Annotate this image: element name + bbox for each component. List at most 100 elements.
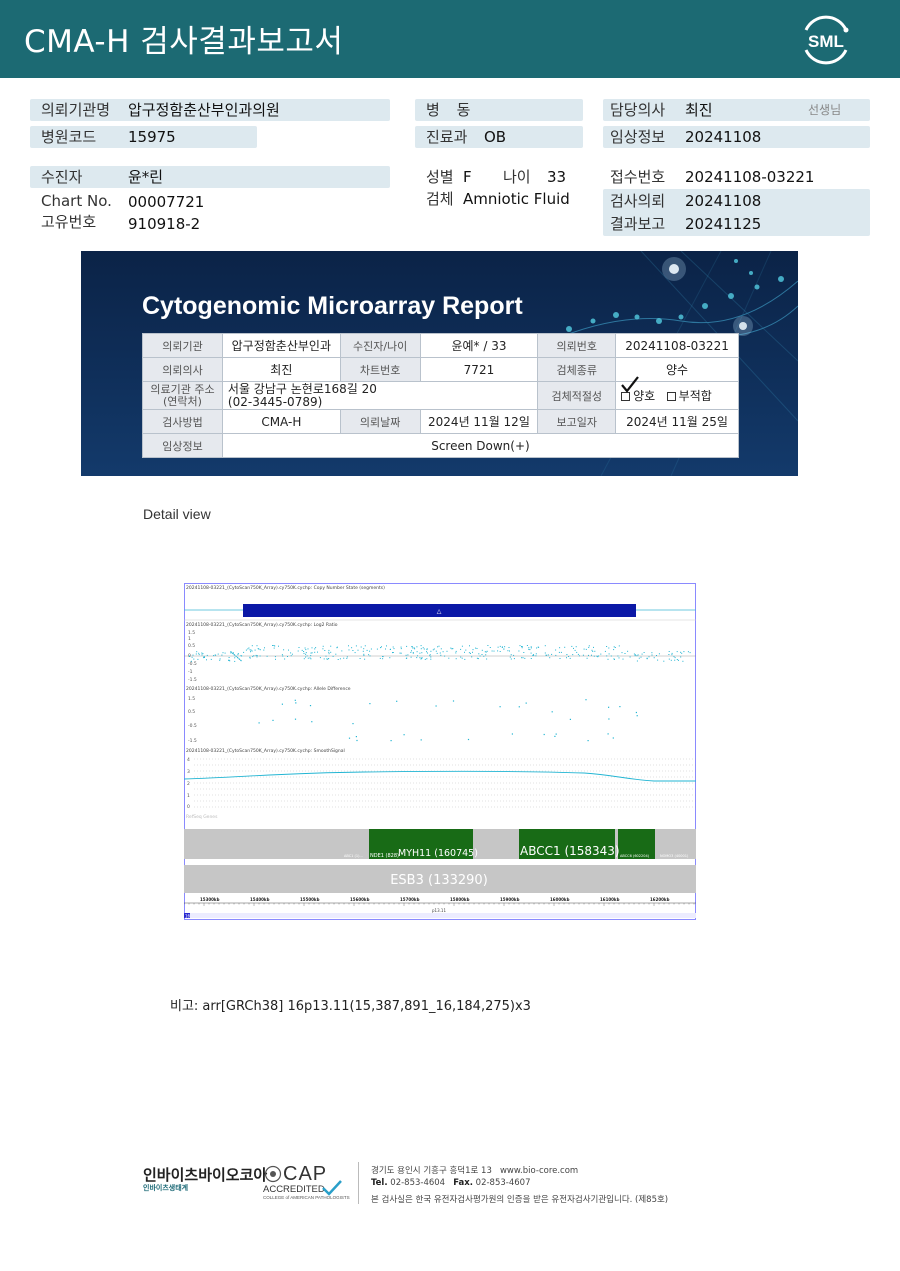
address-text: 경기도 용인시 기흥구 흥덕1로 13 <box>371 1166 492 1176</box>
cytogenomic-report-card: Cytogenomic Microarray Report 의뢰기관 압구정함춘… <box>81 251 798 476</box>
log2-point <box>484 651 486 653</box>
log2-point <box>426 658 428 660</box>
log2-point <box>560 651 562 653</box>
gene-label-ndel: NDE1 (828) <box>370 853 399 859</box>
log2-point <box>341 650 343 652</box>
log2-point <box>332 655 334 657</box>
log2-point <box>360 646 362 648</box>
log2-point <box>521 646 523 647</box>
log2-point <box>348 649 350 651</box>
clinical-label: 임상정보 <box>610 128 666 146</box>
log2-point <box>471 656 473 658</box>
plot-track-title-smooth: 20241108-03221_(CytoScan750K_Array).cy75… <box>186 748 345 754</box>
log2-point <box>426 651 427 653</box>
log2-point <box>423 648 425 650</box>
svg-text:1.5: 1.5 <box>188 696 195 702</box>
log2-point <box>472 649 474 651</box>
table-cell: 최진 <box>221 357 341 382</box>
log2-point <box>306 655 308 657</box>
log2-point <box>202 653 204 655</box>
chart-no-value: 00007721 <box>128 193 205 211</box>
log2-point <box>198 652 200 654</box>
sex-label: 성별 <box>426 168 454 186</box>
log2-point <box>460 656 462 658</box>
log2-point <box>310 658 312 660</box>
log2-point <box>491 650 493 652</box>
log2-point <box>481 649 483 651</box>
log2-point <box>486 650 488 652</box>
log2-point <box>436 652 438 654</box>
log2-point <box>442 651 444 653</box>
log2-point <box>568 656 570 657</box>
log2-point <box>591 654 592 656</box>
log2-point <box>420 648 422 650</box>
log2-point <box>486 658 488 660</box>
doctor-label: 담당의사 <box>610 101 666 119</box>
log2-point <box>256 656 258 658</box>
cap-accredited-text: ACCREDITED <box>263 1184 325 1195</box>
log2-point <box>470 652 471 654</box>
log2-point <box>237 657 239 659</box>
allele-point <box>585 699 587 701</box>
website-link[interactable]: www.bio-core.com <box>500 1166 578 1176</box>
log2-point <box>414 648 416 650</box>
cap-check-icon <box>322 1180 342 1196</box>
log2-point <box>234 657 236 659</box>
log2-point <box>504 646 506 648</box>
log2-point <box>278 645 279 647</box>
log2-point <box>430 650 432 652</box>
log2-point <box>555 649 557 651</box>
allele-point <box>551 711 553 713</box>
log2-point <box>419 652 421 654</box>
log2-point <box>214 654 216 656</box>
log2-point <box>573 647 574 649</box>
log2-point <box>352 650 354 651</box>
log2-point <box>613 658 615 660</box>
log2-point <box>311 647 313 649</box>
log2-point <box>315 647 317 649</box>
log2-point <box>681 652 683 654</box>
log2-point <box>497 650 499 652</box>
info-row-patient <box>30 166 390 188</box>
gene-label-myh11: MYH11 (160745) <box>398 848 478 859</box>
log2-point <box>354 652 356 654</box>
table-cell: 윤예* / 33 <box>419 333 539 358</box>
log2-point <box>224 652 226 654</box>
log2-point <box>613 649 615 651</box>
log2-point <box>566 654 568 655</box>
log2-point <box>476 657 478 659</box>
log2-point <box>307 648 309 650</box>
log2-point <box>275 658 276 660</box>
log2-point <box>444 655 446 657</box>
ruler-tick-label: 16100kb <box>600 897 620 902</box>
hospital-code-label: 병원코드 <box>41 128 97 146</box>
log2-point <box>259 655 261 657</box>
log2-point <box>196 651 198 653</box>
log2-point <box>621 652 623 654</box>
log2-point <box>241 655 243 657</box>
log2-point <box>328 658 330 659</box>
log2-point <box>596 655 598 657</box>
log2-point <box>421 658 423 659</box>
log2-point <box>248 647 250 649</box>
log2-point <box>618 645 620 647</box>
allele-point <box>369 703 371 705</box>
log2-point <box>641 653 643 655</box>
log2-point <box>530 658 532 659</box>
log2-point <box>266 655 268 657</box>
log2-point <box>588 654 589 656</box>
table-row: 의뢰기관 압구정함춘산부인과 수진자/나이 윤예* / 33 의뢰번호 2024… <box>142 333 739 358</box>
log2-point <box>535 655 537 657</box>
log2-point <box>658 653 660 655</box>
log2-point <box>197 658 199 660</box>
log2-point <box>437 646 439 648</box>
log2-point <box>663 660 665 662</box>
log2-point <box>485 651 487 653</box>
allele-point <box>635 711 637 714</box>
log2-point <box>530 652 532 654</box>
log2-point <box>574 649 576 651</box>
log2-point <box>585 648 587 650</box>
log2-point <box>314 651 316 653</box>
log2-point <box>624 653 626 654</box>
log2-point <box>201 654 203 656</box>
